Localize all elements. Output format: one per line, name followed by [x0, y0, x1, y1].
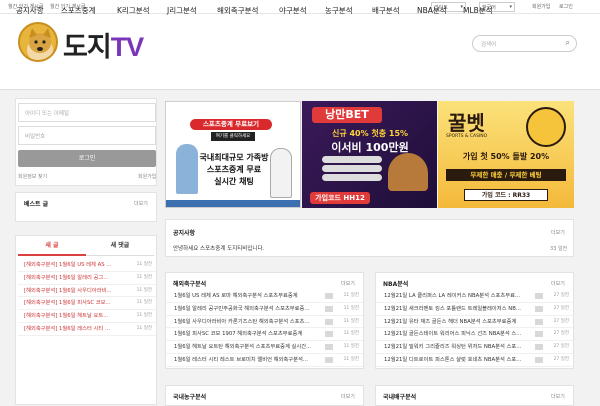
main-nav — [0, 70, 600, 90]
list-item[interactable]: 1월6일 헤트날 요트탄 해외축구분석 스포츠무료중계 실시간... 11 일전 — [166, 341, 363, 354]
nav-nba[interactable]: NBA분석 — [417, 5, 447, 16]
notice-item[interactable]: 안녕하세요 스포츠중계 도지티비입니다. — [173, 244, 264, 252]
nba-more-link[interactable]: 더보기 — [551, 280, 565, 287]
login-link[interactable]: 로그인 — [559, 3, 573, 10]
nav-sports-stream[interactable]: 스포츠중계 — [61, 5, 96, 16]
nav-kleague[interactable]: K리그분석 — [117, 5, 150, 16]
nav-notice[interactable]: 공지사항 — [16, 5, 44, 16]
list-item[interactable]: 1월6일 사우디아라비아 카론기즈스탄 해외축구분석 스포츠... 11 일전 — [166, 316, 363, 329]
recent-list: [해외축구분석] 1월6일 US 레체 AS ... 11 일전 [해외축구분석]… — [18, 259, 156, 336]
nav-basketball[interactable]: 농구분석 — [325, 5, 353, 16]
nav-baseball[interactable]: 야구분석 — [279, 5, 307, 16]
list-item[interactable]: [해외축구분석] 1월6일 US 레체 AS ... 11 일전 — [18, 259, 156, 272]
banner2-line: 이서비 100만원 — [331, 141, 409, 154]
nav-foreign-soccer[interactable]: 해외축구분석 — [217, 5, 258, 16]
list-item[interactable]: [해외축구분석] 1월6일 알레리 공그... 11 일전 — [18, 272, 156, 285]
search-box[interactable]: 검색어 ⌕ — [472, 35, 577, 52]
search-icon[interactable]: ⌕ — [566, 38, 570, 48]
domestic-volleyball-title: 국내배구분석 — [383, 394, 417, 401]
list-item[interactable]: 1월6일 피사SC 코모 1907 해외축구분석 스포츠무료중계 11 일전 — [166, 328, 363, 342]
best-more-link[interactable]: 더보기 — [134, 200, 148, 207]
banner-sports-stream[interactable]: 스포츠중계 무료보기 여기를 클릭하세요 국내최대규모 가족방 스포츠중계 무료… — [165, 101, 301, 208]
banner3-code: 가입 코드 : RR33 — [464, 189, 548, 201]
list-item[interactable]: 1월6일 US 레체 AS 로마 해외축구분석 스포츠무료중계 11 일전 — [166, 290, 363, 303]
password-field[interactable]: 비밀번호 — [18, 126, 156, 145]
banner2-brand: 낭만BET — [312, 107, 382, 123]
domestic-volleyball-more[interactable]: 더보기 — [551, 393, 565, 400]
list-item[interactable]: 1월6일 알레리 공구민주공화국 해외축구분석 스포츠무료중... 11 일전 — [166, 303, 363, 316]
domestic-basketball-more[interactable]: 더보기 — [341, 393, 355, 400]
player-figure-icon — [176, 144, 198, 194]
banner-nangman-bet[interactable]: 낭만BET 신규 40% 첫충 15% 이서비 100만원 가입코드 HH12 — [302, 101, 437, 208]
banner3-line: 가입 첫 50% 돌발 20% — [462, 152, 550, 161]
bee-mascot-icon — [526, 107, 566, 147]
player-figure-icon — [270, 148, 292, 198]
site-logo-text[interactable]: 도지TV — [63, 25, 144, 64]
list-item[interactable]: 12월21일 디트로이트 피스톤스 샬럿 호네츠 NBA분석 스포... 27 일… — [376, 354, 573, 367]
nba-title: NBA분석 — [383, 281, 409, 288]
join-link[interactable]: 회원가입 — [138, 173, 156, 180]
banner1-footer — [166, 200, 300, 207]
list-item[interactable]: 1월6일 레스터 시티 레스트 브로미치 앨비언 해외축구분석... 11 일전 — [166, 354, 363, 367]
banner1-line: 국내최대규모 가족방 — [199, 153, 269, 162]
banner1-sub: 여기를 클릭하세요 — [211, 132, 255, 141]
foreign-more-link[interactable]: 더보기 — [341, 280, 355, 287]
notice-date: 33 일전 — [550, 246, 568, 252]
domestic-basketball-title: 국내농구분석 — [173, 394, 207, 401]
login-button[interactable]: 로그인 — [18, 150, 156, 167]
nav-volleyball[interactable]: 배구분석 — [372, 5, 400, 16]
foreign-soccer-title: 해외축구분석 — [173, 281, 207, 288]
tab-new-comments[interactable]: 새 댓글 — [86, 238, 154, 256]
signup-link[interactable]: 회원가입 — [532, 3, 550, 10]
search-input[interactable]: 검색어 — [481, 40, 496, 48]
notice-title: 공지사항 — [173, 230, 196, 237]
list-item[interactable]: 12월21일 밀워키 그리즐리즈 워싱턴 위저드 NBA분석 스포... 27 일… — [376, 341, 573, 354]
best-posts-title: 베스트 글 — [24, 201, 49, 208]
banner3-sub: SPORTS & CASINO — [446, 134, 488, 139]
list-item[interactable]: [해외축구분석] 1월6일 사우디아라비... 11 일전 — [18, 285, 156, 298]
list-item[interactable]: 12월21일 유타 재즈 골든스 헤더 NBA분석 스포츠무료중계 27 일전 — [376, 316, 573, 329]
find-account-link[interactable]: 회원정보 찾기 — [18, 173, 47, 180]
nav-mlb[interactable]: MLB분석 — [463, 5, 493, 16]
character-icon — [388, 153, 428, 191]
banner3-line: 무제한 매충 / 무제한 베팅 — [446, 169, 566, 181]
list-item[interactable]: 12월21일 골든스테이트 워리어스 피닉스 선즈 NBA분석 스... 27 일… — [376, 328, 573, 342]
banner1-title: 스포츠중계 무료보기 — [190, 119, 272, 130]
doge-logo-icon[interactable] — [18, 22, 58, 62]
list-item[interactable]: [해외축구분석] 1월6일 헤트날 요트... 11 일전 — [18, 310, 156, 323]
nba-list: 12월21일 LA 클리퍼스 LA 레이커스 NBA분석 스포츠무료... 27 … — [376, 290, 573, 367]
banner-kkul-bet[interactable]: 꿀벳 SPORTS & CASINO 가입 첫 50% 돌발 20% 무제한 매… — [438, 101, 574, 208]
list-item[interactable]: [해외축구분석] 1월6일 레스터 시티 ... 11 일전 — [18, 323, 156, 336]
list-item[interactable]: [해외축구분석] 1월6일 피사SC 코모... 11 일전 — [18, 297, 156, 311]
tab-new-posts[interactable]: 새 글 — [18, 238, 86, 256]
banner1-line: 스포츠중계 무료 — [206, 165, 262, 174]
list-item[interactable]: 12월21일 새크라멘토 킹스 포틀랜드 트레일블레이저스 NB... 27 일전 — [376, 303, 573, 316]
banner2-code: 가입코드 HH12 — [310, 192, 370, 204]
notice-more-link[interactable]: 더보기 — [551, 229, 565, 236]
banner1-line: 실시간 채팅 — [214, 177, 254, 186]
banner3-brand: 꿀벳 — [448, 111, 485, 135]
id-field[interactable]: 아이디 또는 이메일 — [18, 103, 156, 122]
banner2-line: 신규 40% 첫충 15% — [331, 129, 409, 138]
list-item[interactable]: 12월21일 LA 클리퍼스 LA 레이커스 NBA분석 스포츠무료... 27 … — [376, 290, 573, 303]
foreign-list: 1월6일 US 레체 AS 로마 해외축구분석 스포츠무료중계 11 일전 1월6… — [166, 290, 363, 367]
nav-jleague[interactable]: J리그분석 — [167, 5, 197, 16]
